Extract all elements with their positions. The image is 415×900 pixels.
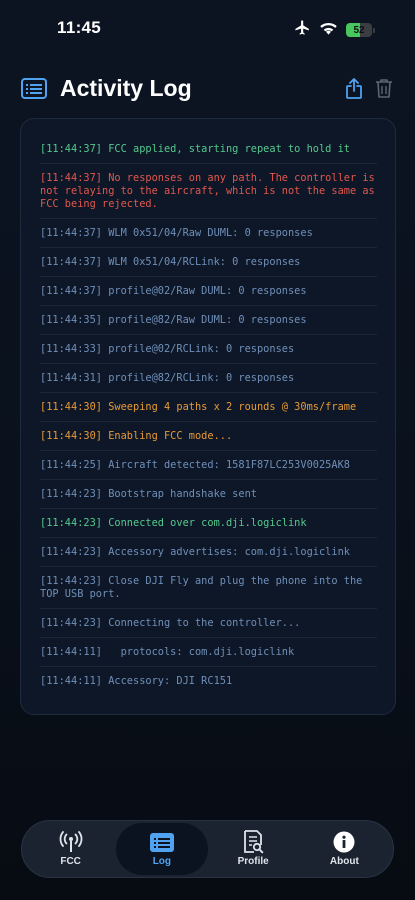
log-entry: [11:44:37] WLM 0x51/04/RCLink: 0 respons… [40,248,377,277]
log-panel[interactable]: [11:44:37] FCC applied, starting repeat … [20,118,396,715]
log-entry: [11:44:37] FCC applied, starting repeat … [40,135,377,164]
tab-label: Profile [237,856,269,867]
tab-about[interactable]: About [299,823,390,875]
status-time: 11:45 [57,18,102,37]
log-entry: [11:44:30] Enabling FCC mode... [40,422,377,451]
share-icon[interactable] [343,76,365,100]
tab-label: FCC [60,856,81,867]
battery-level: 52 [353,24,365,36]
log-entry: [11:44:30] Sweeping 4 paths x 2 rounds @… [40,393,377,422]
log-entry: [11:44:37] WLM 0x51/04/Raw DUML: 0 respo… [40,219,377,248]
log-entry: [11:44:37] profile@02/Raw DUML: 0 respon… [40,277,377,306]
log-entry: [11:44:23] Close DJI Fly and plug the ph… [40,567,377,609]
battery-icon: 52 [346,23,375,37]
tab-label: About [329,856,359,867]
tab-label: Log [152,856,172,867]
airplane-icon [294,19,311,41]
log-entry: [11:44:33] profile@02/RCLink: 0 response… [40,335,377,364]
wifi-icon [319,21,338,40]
info-icon [333,831,355,853]
tab-bar: FCC Log Profile About [21,820,394,878]
status-icons: 52 [294,19,375,41]
document-search-icon [242,830,264,854]
log-list: [11:44:37] FCC applied, starting repeat … [40,135,377,695]
log-entry: [11:44:25] Aircraft detected: 1581F87LC2… [40,451,377,480]
tab-fcc[interactable]: FCC [25,823,116,875]
log-entry: [11:44:35] profile@82/Raw DUML: 0 respon… [40,306,377,335]
list-icon [149,831,175,853]
log-entry: [11:44:11] Accessory: DJI RC151 [40,675,233,687]
tab-profile[interactable]: Profile [208,823,299,875]
log-entry: [11:44:23] Connecting to the controller.… [40,609,377,638]
header: Activity Log [20,70,395,106]
status-bar: 11:45 52 [0,0,415,56]
log-entry: [11:44:23] Accessory advertises: com.dji… [40,538,377,567]
trash-icon[interactable] [373,76,395,100]
log-entry: [11:44:37] No responses on any path. The… [40,164,377,219]
log-entry: [11:44:23] Bootstrap handshake sent [40,480,377,509]
list-icon [20,77,48,99]
header-actions [343,76,395,100]
antenna-icon [59,831,83,853]
log-entry: [11:44:31] profile@82/RCLink: 0 response… [40,364,377,393]
tab-log[interactable]: Log [116,823,208,875]
log-entry: [11:44:11] protocols: com.dji.logiclink [40,638,377,667]
page-title: Activity Log [60,74,192,101]
log-entry: [11:44:23] Connected over com.dji.logicl… [40,509,377,538]
